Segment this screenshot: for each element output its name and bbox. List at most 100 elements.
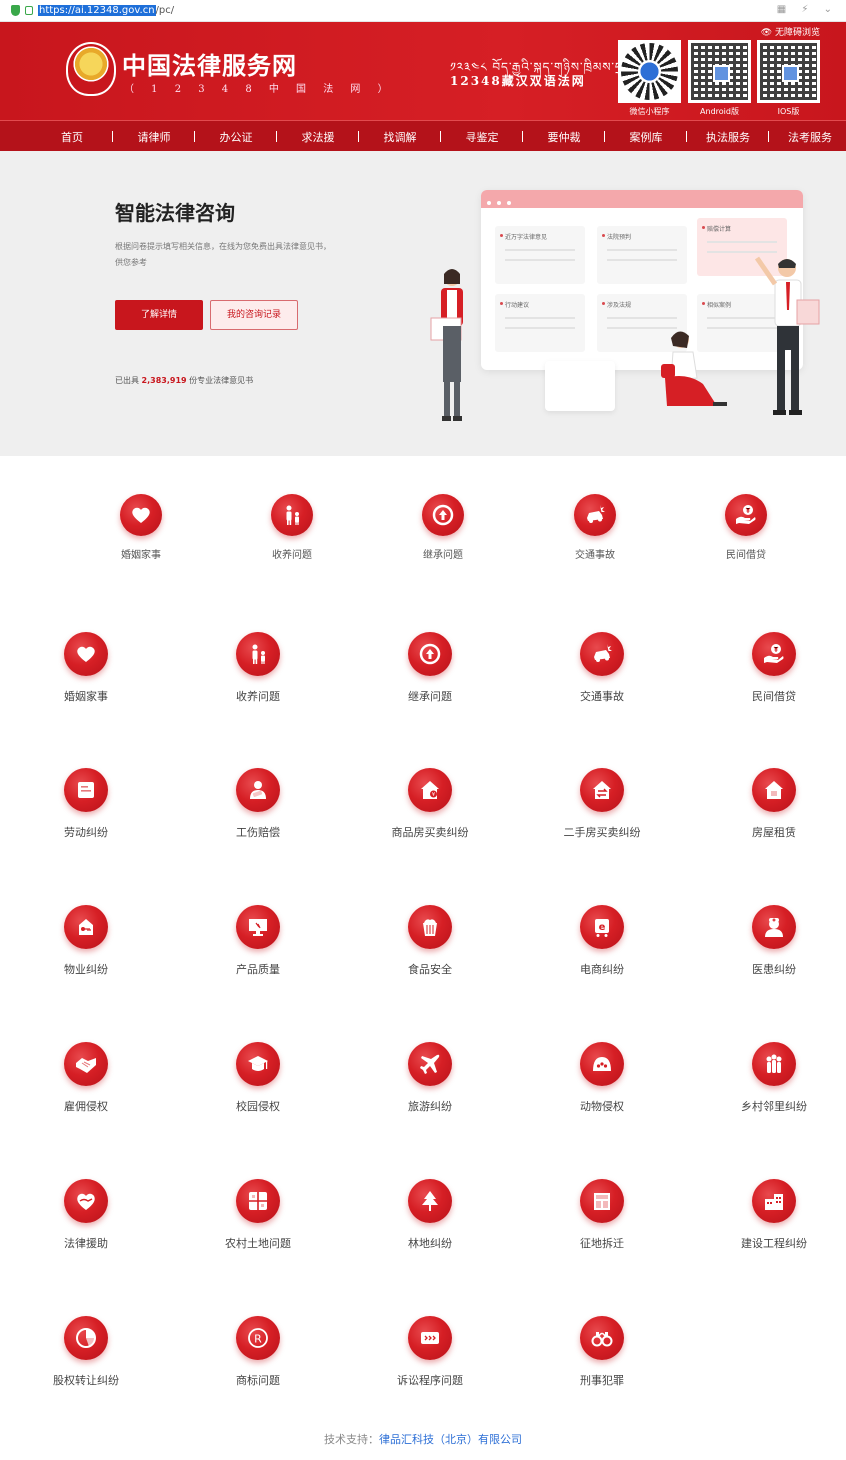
category-inheritance[interactable]: 继承问题 [370,632,490,704]
browser-address-bar[interactable]: https://ai.12348.gov.cn/pc/ ▦ ⚡ ⌄ [0,0,846,22]
learn-more-button[interactable]: 了解详情 [115,300,203,330]
category-label: 收养问题 [272,550,312,561]
category-house-sale[interactable]: ¥ 商品房买卖纠纷 [370,768,490,840]
site-header: 中国法律服务网 （ 1 2 3 4 8 中 国 法 网 ） ༡༢༣༤༨ བོད་… [0,22,846,120]
nav-item-mediation[interactable]: 找调解 [384,129,417,145]
litigation-icon [408,1316,452,1360]
heart-icon [64,632,108,676]
category-parent-child[interactable]: 收养问题 [232,494,352,561]
category-labor[interactable]: 劳动纠纷 [26,768,146,840]
neighbors-icon [752,1042,796,1086]
category-neighbors[interactable]: 乡村邻里纠纷 [714,1042,834,1114]
footer: 技术支持：律品汇科技（北京）有限公司 [0,1431,846,1447]
category-airplane[interactable]: 旅游纠纷 [370,1042,490,1114]
pie-chart-icon [64,1316,108,1360]
handshake-icon [64,1042,108,1086]
woman-sitting-figure [661,331,727,406]
category-label: 婚姻家事 [64,690,108,703]
demolition-icon [580,1179,624,1223]
consultation-history-button[interactable]: 我的咨询记录 [210,300,298,330]
category-label: 房屋租赁 [752,826,796,839]
category-label: 动物侵权 [580,1100,624,1113]
nav-item-notary[interactable]: 办公证 [220,129,253,145]
category-trademark[interactable]: R 商标问题 [198,1316,318,1388]
category-tree[interactable]: 林地纠纷 [370,1179,490,1251]
category-handshake[interactable]: 雇佣侵权 [26,1042,146,1114]
parent-child-icon [236,632,280,676]
category-heart[interactable]: 婚姻家事 [26,632,146,704]
illustration-card: 法院预判 [597,226,687,284]
category-car-accident[interactable]: 交通事故 [542,632,662,704]
category-loan[interactable]: 民间借贷 [686,494,806,561]
illustration-card: 行动建议 [495,294,585,352]
illustration-card: 近万字法律意见 [495,226,585,284]
category-car-accident[interactable]: 交通事故 [535,494,655,561]
category-legal-aid[interactable]: 法律援助 [26,1179,146,1251]
category-animal[interactable]: 动物侵权 [542,1042,662,1114]
accessibility-link[interactable]: 👁 无障碍浏览 [761,25,820,38]
browser-tools-icons[interactable]: ▦ ⚡ ⌄ [777,4,838,15]
wechat-miniprogram-qr [618,40,681,103]
nav-divider [358,131,359,142]
issued-count: 2,383,919 [141,376,187,385]
category-pie-chart[interactable]: 股权转让纠纷 [26,1316,146,1388]
nav-item-arbitration[interactable]: 要仲裁 [548,129,581,145]
category-label: 继承问题 [423,550,463,561]
site-title[interactable]: 中国法律服务网 [122,46,297,81]
legal-aid-icon [64,1179,108,1223]
category-land[interactable]: 农村土地问题 [198,1179,318,1251]
hero-description: 根据问卷提示填写相关信息，在线为您免费出具法律意见书，供您参考 [115,242,331,267]
svg-text:R: R [254,1333,262,1346]
trademark-icon: R [236,1316,280,1360]
land-icon [236,1179,280,1223]
category-injury[interactable]: 工伤赔偿 [198,768,318,840]
category-demolition[interactable]: 征地拆迁 [542,1179,662,1251]
category-loan[interactable]: 民间借贷 [714,632,834,704]
category-house-rent[interactable]: 房屋租赁 [714,768,834,840]
category-handcuffs[interactable]: 刑事犯罪 [542,1316,662,1388]
nav-item-cases[interactable]: 案例库 [630,129,663,145]
category-label: 二手房买卖纠纷 [563,826,641,839]
house-sale-icon: ¥ [408,768,452,812]
category-property[interactable]: 物业纠纷 [26,905,146,977]
category-label: 商品房买卖纠纷 [391,826,469,839]
category-food-safety[interactable]: 食品安全 [370,905,490,977]
category-parent-child[interactable]: 收养问题 [198,632,318,704]
url-text[interactable]: https://ai.12348.gov.cn/pc/ [38,4,174,18]
airplane-icon [408,1042,452,1086]
category-label: 旅游纠纷 [408,1100,452,1113]
loan-icon [752,632,796,676]
nav-divider [768,131,769,142]
nav-item-enforcement[interactable]: 执法服务 [706,129,750,145]
category-label: 工伤赔偿 [236,826,280,839]
nav-item-bar-exam[interactable]: 法考服务 [788,129,832,145]
category-building[interactable]: 建设工程纠纷 [714,1179,834,1251]
qr-label: Android版 [700,107,739,116]
category-inheritance[interactable]: 继承问题 [383,494,503,561]
category-doctor[interactable]: 医患纠纷 [714,905,834,977]
category-label: 刑事犯罪 [580,1374,624,1387]
category-product-quality[interactable]: 产品质量 [198,905,318,977]
category-litigation[interactable]: 诉讼程序问题 [370,1316,490,1388]
category-label: 医患纠纷 [752,963,796,976]
nav-item-appraisal[interactable]: 寻鉴定 [466,129,499,145]
category-heart[interactable]: 婚姻家事 [81,494,201,561]
category-label: 婚姻家事 [121,550,161,561]
house-rent-icon [752,768,796,812]
ios-qr [757,40,820,103]
nav-item-home[interactable]: 首页 [61,129,83,145]
category-graduation-cap[interactable]: 校园侵权 [198,1042,318,1114]
qr-label: IOS版 [777,107,800,116]
category-label: 乡村邻里纠纷 [741,1100,807,1113]
man-standing-figure [755,256,820,415]
category-label: 建设工程纠纷 [741,1237,807,1250]
doctor-icon [752,905,796,949]
category-label: 股权转让纠纷 [53,1374,119,1387]
category-second-hand-house[interactable]: 二手房买卖纠纷 [542,768,662,840]
national-emblem-logo[interactable] [66,42,116,96]
nav-divider [440,131,441,142]
nav-item-legal-aid[interactable]: 求法援 [302,129,335,145]
nav-item-lawyer[interactable]: 请律师 [138,129,171,145]
category-ecommerce[interactable]: e 电商纠纷 [542,905,662,977]
footer-company-link[interactable]: 律品汇科技（北京）有限公司 [379,1433,522,1446]
